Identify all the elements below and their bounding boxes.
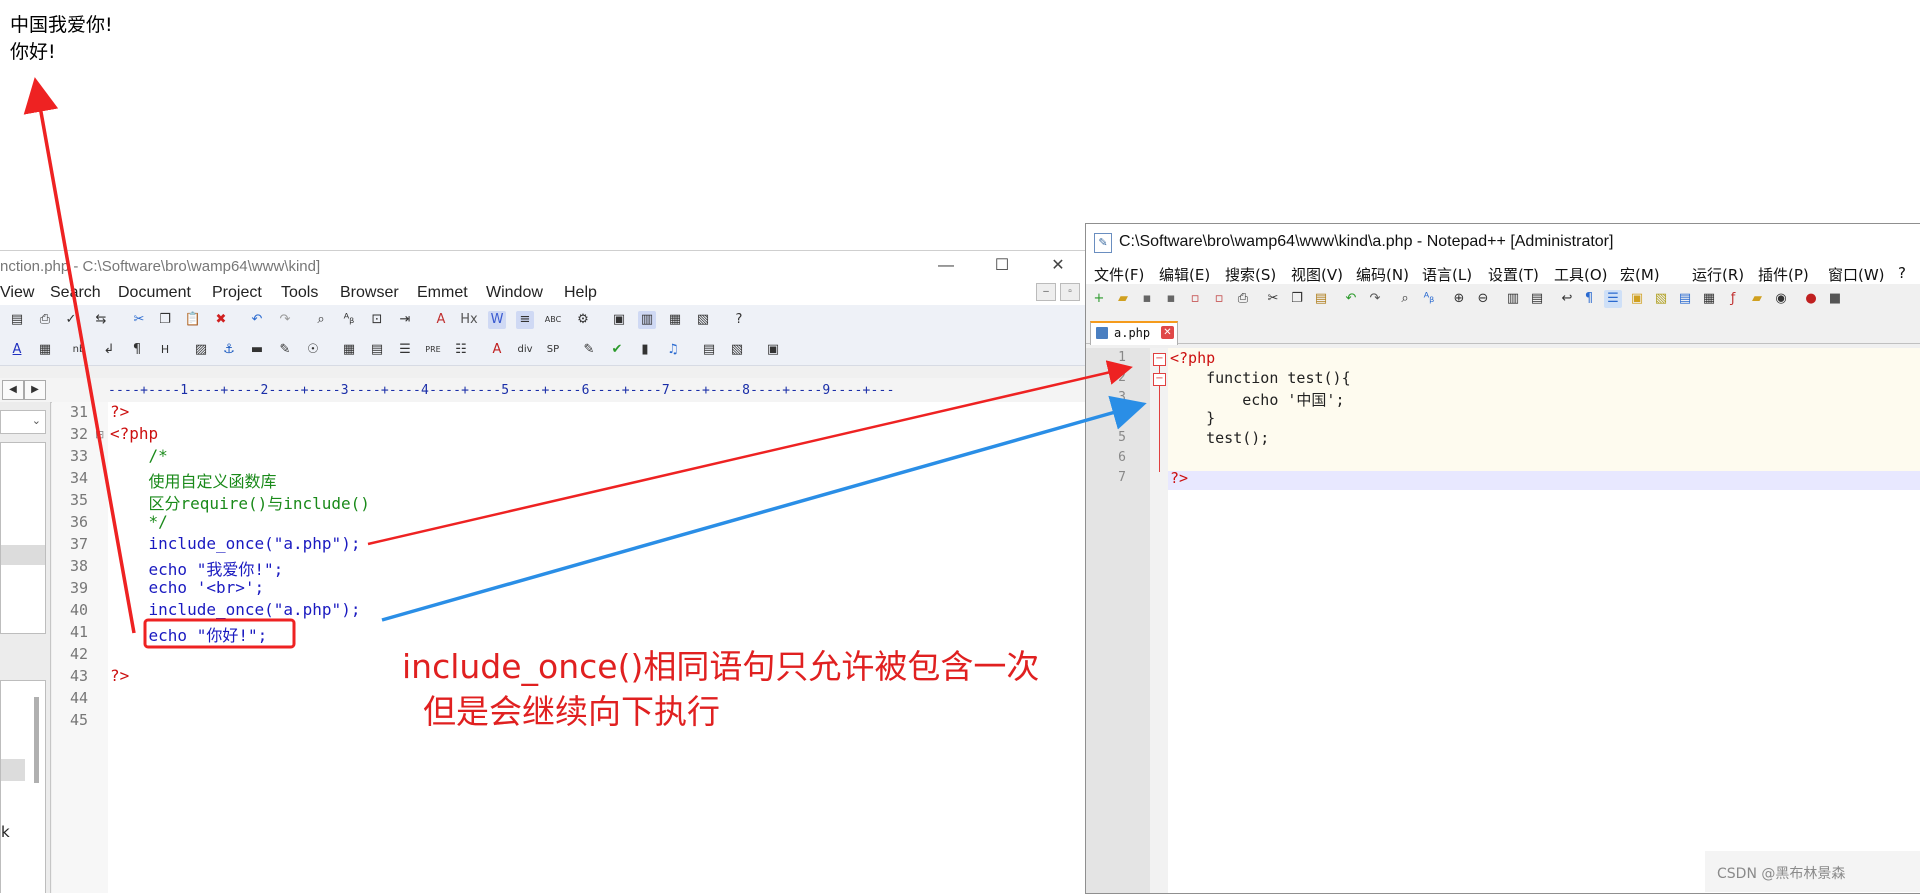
annotation-overlay: [23, 77, 1147, 649]
arrow-blue-to-file: [381, 395, 1147, 622]
highlight-box: [143, 618, 296, 649]
arrow-to-output: [23, 77, 136, 634]
